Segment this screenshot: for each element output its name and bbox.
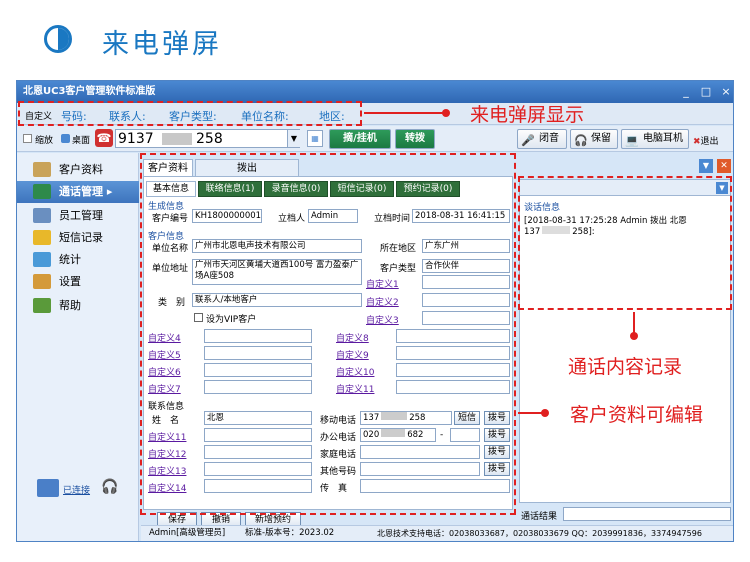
sidebar-item-settings[interactable]: 设置 [17,271,139,293]
hold-button[interactable]: 保留 🎧 [570,129,618,149]
call-chart-icon [33,184,51,199]
status-version: 标准-版本号：2023.02 [245,528,335,538]
mute-label: 闭音 [539,133,559,144]
sidebar-item-label: 员工管理 [59,209,103,222]
phone-icon: ☎ [95,129,113,147]
mic-icon: 🎤 [521,134,535,147]
sidebar-item-label: 短信记录 [59,231,103,244]
shrink-label: 缩放 [35,136,54,146]
exit-button[interactable]: ✖退出 [693,134,719,147]
sidebar-item-staff[interactable]: 员工管理 [17,205,139,227]
desktop-icon[interactable] [61,134,70,143]
annotation-record: 通话内容记录 [568,356,683,378]
phone-number-text: 9137 [118,131,154,147]
annotation-edit: 客户资料可编辑 [570,404,704,426]
status-support: 北恩技术支持电话：02038033687，02038033679 QQ：2039… [377,529,702,538]
status-bar: Admin[高级管理员] 标准-版本号：2023.02 北恩技术支持电话：020… [141,525,733,541]
connection-status: 已连接 [63,486,91,496]
pc-headset-button[interactable]: 电脑耳机 💻 [621,129,689,149]
shrink-checkbox[interactable] [23,134,32,143]
sidebar-item-sms[interactable]: 短信记录 [17,227,139,249]
settings-icon [33,274,51,289]
sidebar-item-customers[interactable]: 客户资料 [17,159,139,181]
callout-dot [630,332,638,340]
status-user: Admin[高级管理员] [149,528,226,538]
page-title: 来电弹屏 [102,29,222,60]
callout-popup-box [18,101,362,126]
callout-dot [442,109,450,117]
transfer-button[interactable]: 转拨 [395,129,435,149]
sidebar-item-label: 客户资料 [59,163,103,176]
network-pc-icon [37,479,59,497]
collapse-icon[interactable]: ▼ [699,159,713,173]
minimize-button[interactable]: _ [679,85,693,99]
maximize-button[interactable]: □ [699,85,713,99]
headphones-icon: 🎧 [574,134,588,147]
callout-edit-box [140,153,516,515]
headset-icon: 🎧 [101,479,119,495]
bar-chart-icon [33,252,51,267]
computer-icon: 💻 [625,134,639,147]
sidebar-item-label: 设置 [59,275,81,288]
sidebar-item-label: 通话管理 [59,185,103,198]
pc-headset-label: 电脑耳机 [643,133,683,144]
customer-card-icon [33,162,51,177]
callout-line [633,312,635,334]
sidebar-item-label: 帮助 [59,299,81,312]
help-icon [33,298,51,313]
callout-dot [541,409,549,417]
desktop-label: 桌面 [72,136,91,146]
mute-button[interactable]: 闭音 🎤 [517,129,567,149]
close-panel-icon[interactable]: ✕ [717,159,731,173]
phone-number-tail: 258 [196,131,223,147]
callout-record-box [518,176,732,310]
exit-icon: ✖ [693,137,701,147]
phone-number-input[interactable]: 9137 258 ▼ [115,129,300,148]
sidebar-item-label: 统计 [59,253,81,266]
chevron-down-icon[interactable]: ▼ [287,130,300,147]
call-result-field[interactable] [563,507,731,521]
exit-label: 退出 [700,137,719,147]
masked-digits [162,133,192,145]
sidebar-item-calls[interactable]: 通话管理 ▸ [17,181,139,203]
hold-label: 保留 [591,133,611,144]
call-result-label: 通话结果 [521,512,558,522]
window-title: 北恩UC3客户管理软件标准版 [17,81,733,103]
staff-icon [33,208,51,223]
answer-hangup-button[interactable]: 摘/挂机 [329,129,391,149]
close-button[interactable]: × [719,85,733,99]
annotation-popup: 来电弹屏显示 [470,104,585,126]
toolbar: 缩放 桌面 ☎ 9137 258 ▼ ▦ 摘/挂机 转拨 闭音 🎤 保留 🎧 电脑耳… [17,126,733,152]
envelope-icon [33,230,51,245]
half-circle-icon [44,25,72,53]
callout-line [364,112,444,114]
sidebar: 客户资料 通话管理 ▸ 员工管理 短信记录 统计 设置 帮助 已连接 🎧 [17,153,139,541]
sidebar-item-stats[interactable]: 统计 [17,249,139,271]
keypad-icon[interactable]: ▦ [307,130,323,147]
sidebar-item-help[interactable]: 帮助 [17,295,139,317]
